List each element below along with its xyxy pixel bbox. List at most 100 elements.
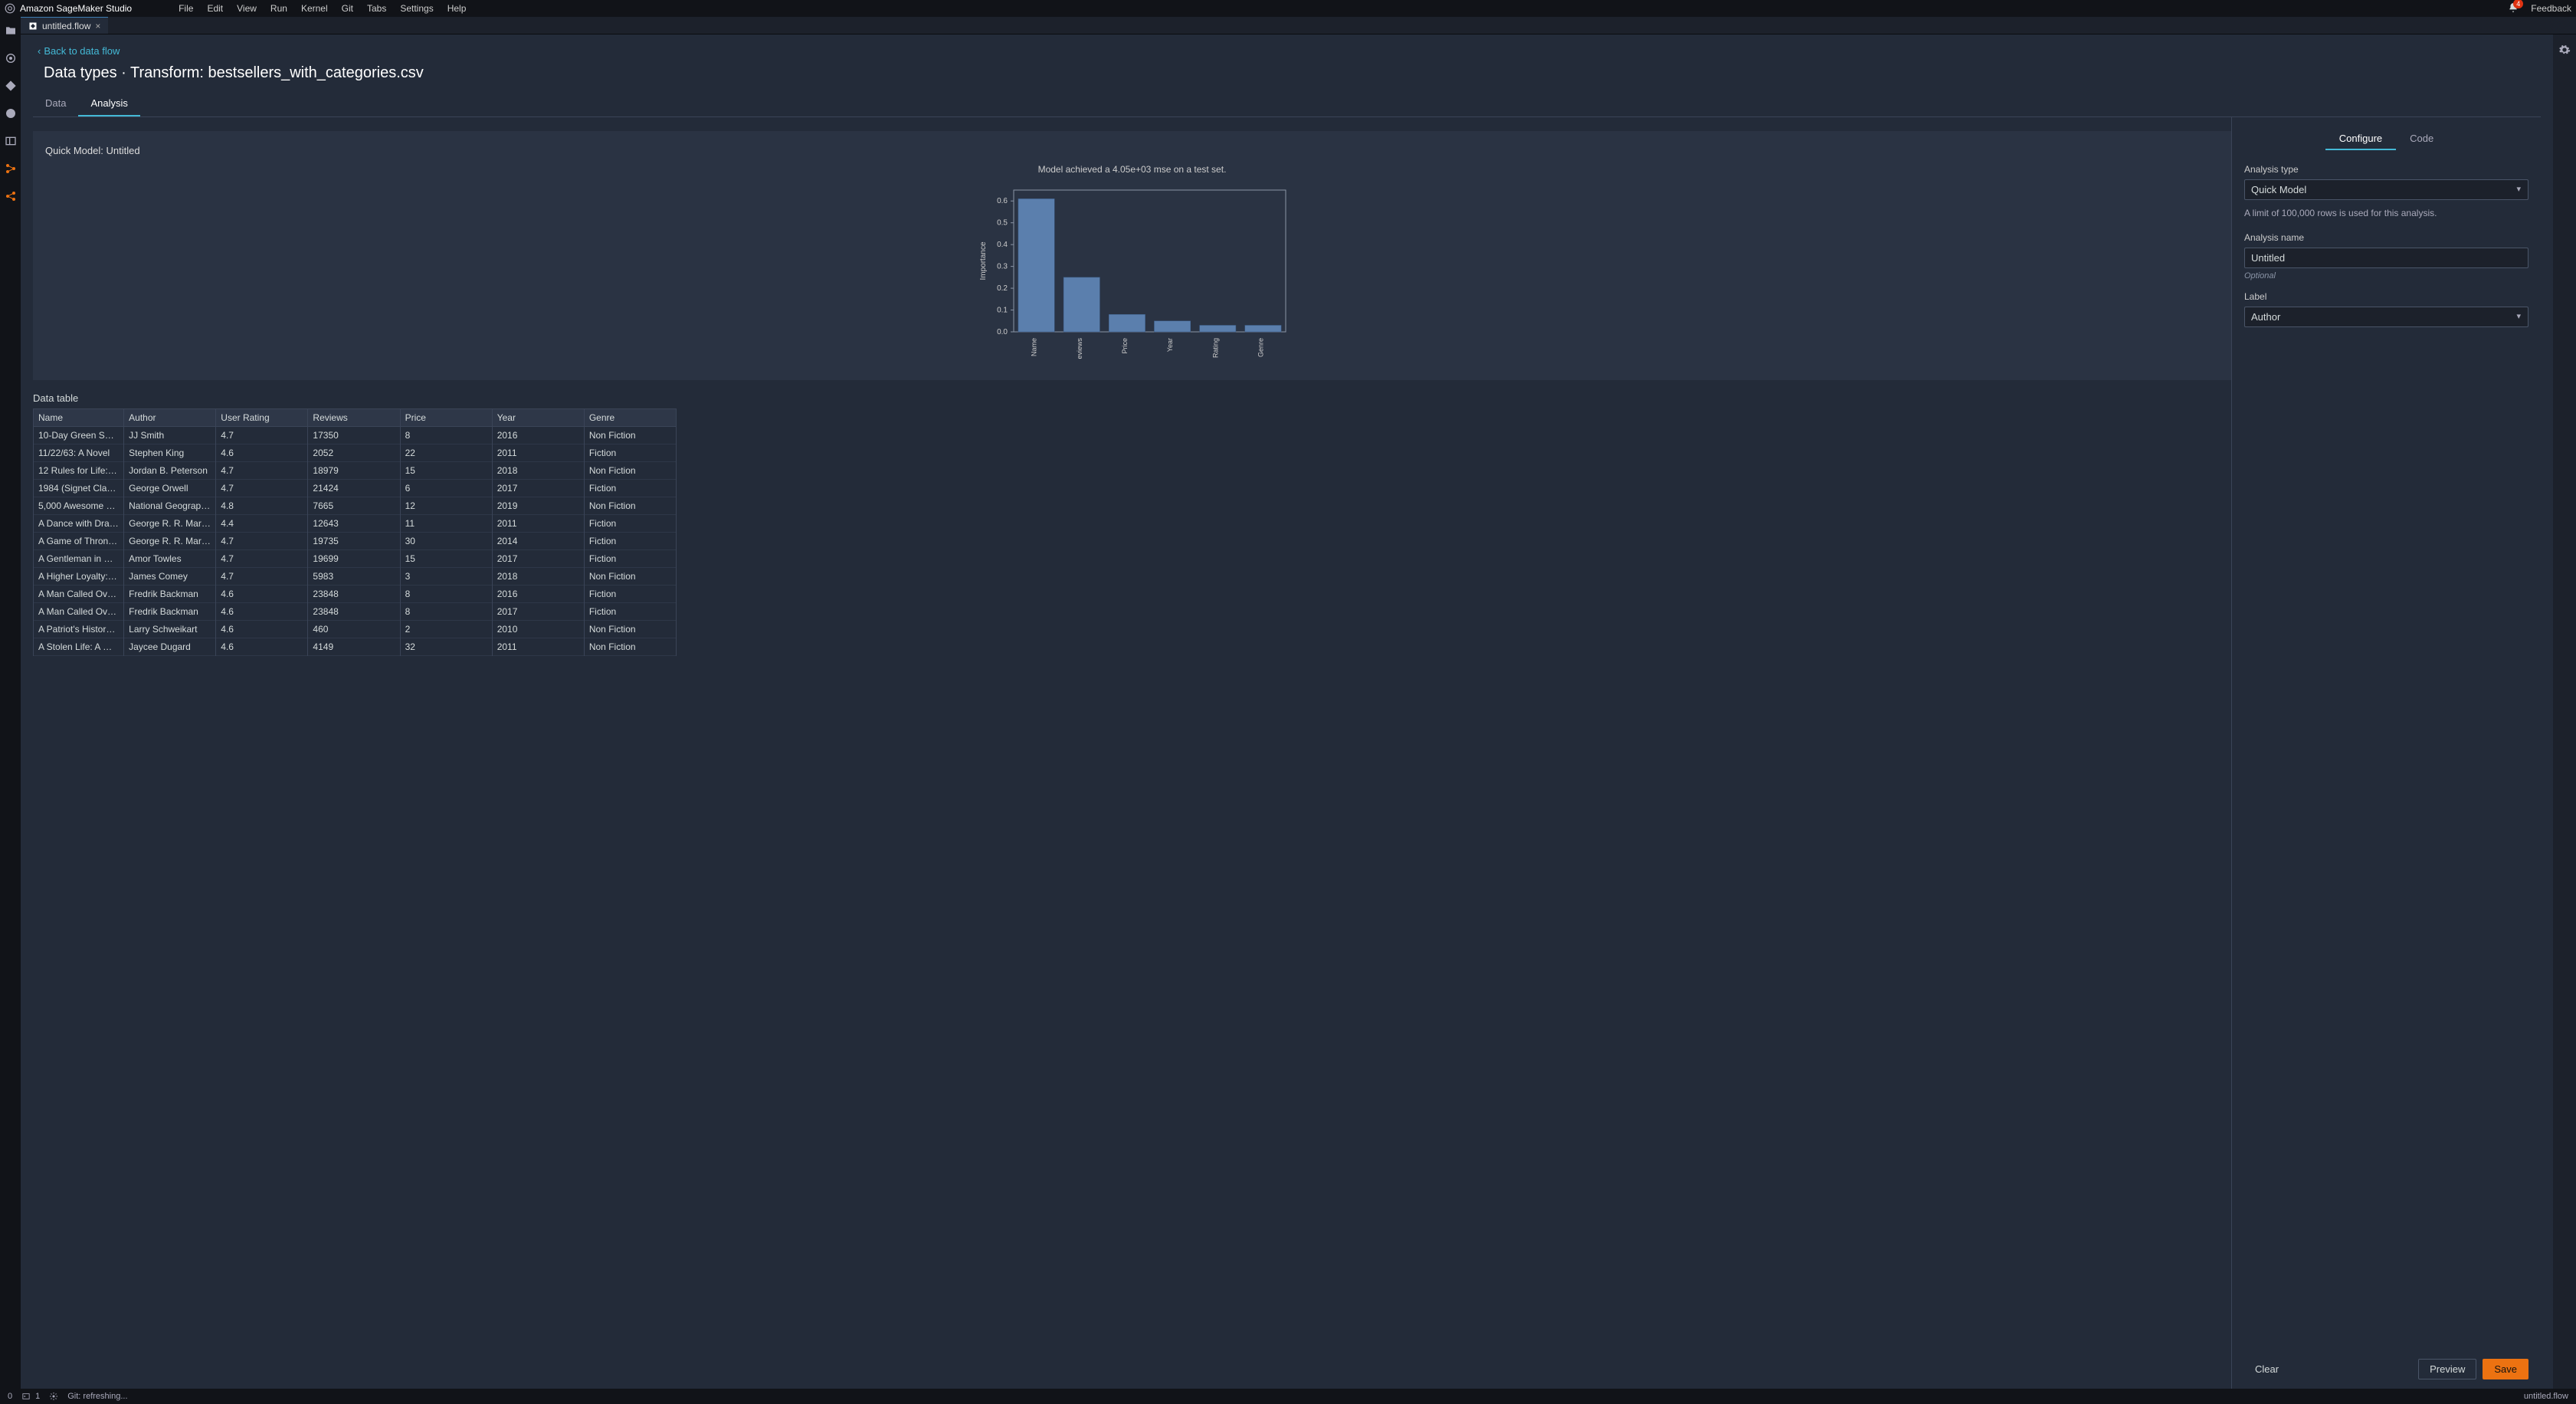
table-cell: 2017 <box>492 550 584 568</box>
table-cell: 2018 <box>492 462 584 480</box>
table-row[interactable]: 5,000 Awesome Facts (...National Geograp… <box>34 497 677 515</box>
table-row[interactable]: 12 Rules for Life: An An...Jordan B. Pet… <box>34 462 677 480</box>
preview-button[interactable]: Preview <box>2418 1359 2476 1379</box>
table-row[interactable]: 10-Day Green Smoothi...JJ Smith4.7173508… <box>34 427 677 444</box>
table-cell: Fredrik Backman <box>124 603 216 621</box>
menu-run[interactable]: Run <box>264 3 294 14</box>
table-row[interactable]: A Man Called Ove: A No...Fredrik Backman… <box>34 603 677 621</box>
table-row[interactable]: A Gentleman in Mosco...Amor Towles4.7196… <box>34 550 677 568</box>
table-cell: 2014 <box>492 533 584 550</box>
tab-data[interactable]: Data <box>33 91 78 116</box>
status-git[interactable]: Git: refreshing... <box>67 1392 127 1401</box>
table-cell: Fiction <box>584 550 676 568</box>
tab-untitled-flow[interactable]: untitled.flow × <box>21 17 108 34</box>
analysis-name-input[interactable] <box>2244 248 2528 268</box>
table-row[interactable]: A Higher Loyalty: Truth,...James Comey4.… <box>34 568 677 586</box>
column-header[interactable]: Genre <box>584 409 676 427</box>
feedback-link[interactable]: Feedback <box>2531 3 2571 14</box>
table-cell: 4.7 <box>216 550 308 568</box>
git-icon[interactable] <box>5 80 17 92</box>
panels-icon[interactable] <box>5 135 17 147</box>
gear-icon[interactable] <box>2558 44 2571 56</box>
table-row[interactable]: 11/22/63: A NovelStephen King4.620522220… <box>34 444 677 462</box>
share-icon[interactable] <box>5 190 17 202</box>
analysis-content: Quick Model: Untitled Model achieved a 4… <box>33 117 2231 1389</box>
svg-text:0.3: 0.3 <box>997 263 1008 271</box>
status-zero[interactable]: 0 <box>8 1392 12 1401</box>
table-cell: 2018 <box>492 568 584 586</box>
back-link[interactable]: ‹ Back to data flow <box>38 45 2541 57</box>
circle-icon[interactable] <box>5 52 17 64</box>
menu-settings[interactable]: Settings <box>393 3 440 14</box>
table-row[interactable]: A Patriot's History of th...Larry Schwei… <box>34 621 677 638</box>
table-cell: A Higher Loyalty: Truth,... <box>34 568 124 586</box>
table-cell: JJ Smith <box>124 427 216 444</box>
clear-button[interactable]: Clear <box>2244 1360 2289 1379</box>
palette-icon[interactable] <box>5 107 17 120</box>
svg-text:0.5: 0.5 <box>997 219 1008 228</box>
table-cell: 2 <box>400 621 492 638</box>
menu-kernel[interactable]: Kernel <box>294 3 335 14</box>
table-cell: 5,000 Awesome Facts (... <box>34 497 124 515</box>
tab-configure[interactable]: Configure <box>2325 128 2396 150</box>
table-cell: 4.6 <box>216 444 308 462</box>
table-row[interactable]: A Stolen Life: A MemoirJaycee Dugard4.64… <box>34 638 677 656</box>
label-select[interactable]: Author <box>2244 307 2528 327</box>
notifications-button[interactable]: 4 <box>2508 2 2519 15</box>
tab-analysis[interactable]: Analysis <box>78 91 139 116</box>
column-header[interactable]: Year <box>492 409 584 427</box>
table-row[interactable]: A Man Called Ove: A No...Fredrik Backman… <box>34 586 677 603</box>
menu-file[interactable]: File <box>172 3 200 14</box>
table-cell: 6 <box>400 480 492 497</box>
table-row[interactable]: A Dance with Dragons (...George R. R. Ma… <box>34 515 677 533</box>
importance-chart: 0.00.10.20.30.40.50.6ImportanceNameeview… <box>972 182 1293 366</box>
menu-view[interactable]: View <box>230 3 264 14</box>
svg-text:eviews: eviews <box>1075 338 1083 359</box>
column-header[interactable]: Author <box>124 409 216 427</box>
table-cell: 4.6 <box>216 586 308 603</box>
page-title: Data types · Transform: bestsellers_with… <box>44 64 2541 82</box>
column-header[interactable]: Reviews <box>308 409 400 427</box>
save-button[interactable]: Save <box>2483 1359 2528 1379</box>
analysis-type-select[interactable]: Quick Model <box>2244 179 2528 200</box>
table-cell: Fiction <box>584 444 676 462</box>
column-header[interactable]: Price <box>400 409 492 427</box>
table-row[interactable]: A Game of Thrones / A ...George R. R. Ma… <box>34 533 677 550</box>
table-cell: George R. R. Martin <box>124 515 216 533</box>
terminal-icon <box>21 1393 31 1400</box>
table-cell: 12 Rules for Life: An An... <box>34 462 124 480</box>
svg-text:0.6: 0.6 <box>997 197 1008 205</box>
table-cell: 4149 <box>308 638 400 656</box>
table-cell: Non Fiction <box>584 462 676 480</box>
table-cell: A Man Called Ove: A No... <box>34 586 124 603</box>
column-header[interactable]: Name <box>34 409 124 427</box>
table-cell: George Orwell <box>124 480 216 497</box>
notification-badge: 4 <box>2513 0 2523 8</box>
table-row[interactable]: 1984 (Signet Classics)George Orwell4.721… <box>34 480 677 497</box>
column-header[interactable]: User Rating <box>216 409 308 427</box>
table-cell: A Game of Thrones / A ... <box>34 533 124 550</box>
menu-tabs[interactable]: Tabs <box>360 3 393 14</box>
status-terminal[interactable]: 1 <box>21 1392 40 1401</box>
table-cell: Non Fiction <box>584 568 676 586</box>
table-cell: 15 <box>400 550 492 568</box>
app-title: Amazon SageMaker Studio <box>20 3 132 14</box>
status-settings[interactable] <box>49 1392 58 1401</box>
tab-code[interactable]: Code <box>2396 128 2447 150</box>
analysis-type-label: Analysis type <box>2244 164 2528 175</box>
close-tab-icon[interactable]: × <box>95 21 100 31</box>
folder-icon[interactable] <box>5 25 17 37</box>
menu-edit[interactable]: Edit <box>200 3 230 14</box>
svg-text:Rating: Rating <box>1211 338 1219 358</box>
quick-model-card: Quick Model: Untitled Model achieved a 4… <box>33 131 2231 380</box>
table-cell: Fiction <box>584 480 676 497</box>
table-cell: 17350 <box>308 427 400 444</box>
flow-icon[interactable] <box>5 162 17 175</box>
menu-help[interactable]: Help <box>441 3 474 14</box>
menu-git[interactable]: Git <box>335 3 360 14</box>
table-cell: 19735 <box>308 533 400 550</box>
table-cell: 19699 <box>308 550 400 568</box>
table-cell: 23848 <box>308 586 400 603</box>
status-bar: 0 1 Git: refreshing... untitled.flow <box>0 1389 2576 1404</box>
table-cell: 4.6 <box>216 638 308 656</box>
